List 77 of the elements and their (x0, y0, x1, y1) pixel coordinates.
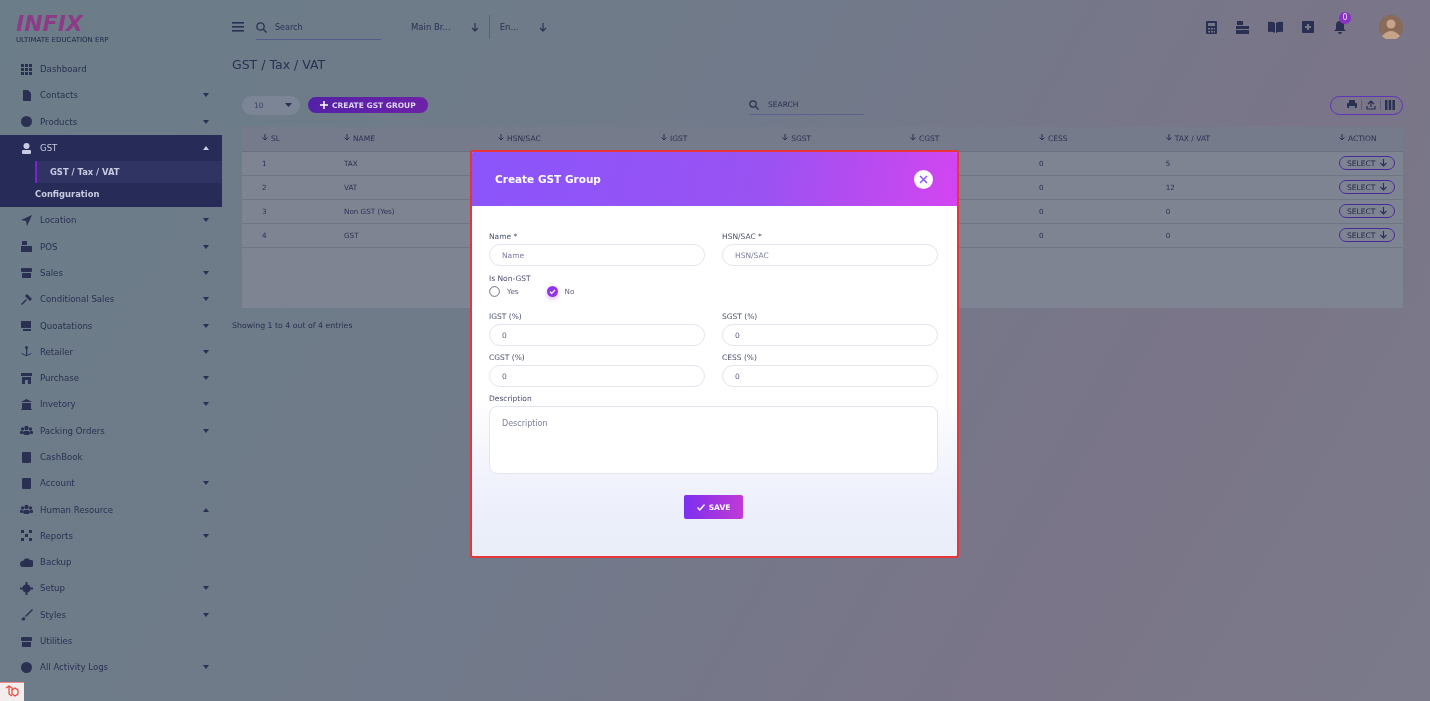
description-field[interactable]: Description (489, 406, 938, 474)
arrow-down-icon (498, 134, 504, 142)
screen-icon (20, 319, 33, 332)
store-icon (20, 266, 33, 280)
arrow-down-icon (262, 134, 268, 142)
arrow-down-icon (1380, 207, 1388, 215)
plus-icon (320, 101, 328, 109)
user-icon (20, 141, 33, 155)
hammer-icon (20, 292, 33, 306)
radio-checked[interactable] (546, 286, 558, 297)
arrow-down-icon (344, 134, 350, 142)
logo[interactable]: INFIX (16, 12, 83, 36)
caret-down-icon (285, 103, 292, 107)
sidebar-item[interactable]: Account (0, 470, 222, 497)
modal-title: Create GST Group (495, 173, 601, 185)
submenu-item[interactable]: GST / Tax / VAT (35, 161, 222, 184)
sidebar-item[interactable]: Backup (0, 549, 222, 576)
arrow-down-icon (1039, 134, 1045, 142)
people-icon (20, 503, 33, 517)
document-icon (20, 88, 33, 102)
sidebar-item[interactable]: Purchase (0, 364, 222, 392)
sidebar-item[interactable]: Invetory (0, 391, 222, 418)
cloud-icon (20, 555, 33, 569)
store-icon (20, 371, 33, 385)
arrow-down-icon (1165, 134, 1172, 142)
branch-dropdown[interactable]: Main Br... (411, 22, 479, 32)
store-icon (20, 634, 33, 648)
check-icon (696, 503, 705, 511)
sidebar-item[interactable]: Products (0, 108, 222, 135)
building-icon (20, 397, 33, 411)
grid-icon (20, 62, 33, 76)
search-icon (749, 99, 759, 110)
radio-button[interactable] (489, 286, 500, 297)
arrow-down-icon (538, 22, 547, 32)
sidebar-item[interactable]: POS (0, 233, 222, 260)
network-icon (20, 529, 33, 543)
arrow-down-icon (470, 22, 479, 32)
sidebar-item[interactable]: Retailer (0, 338, 222, 365)
arrow-down-icon (1339, 134, 1345, 142)
notification-badge: 0 (1339, 11, 1351, 24)
sidebar-item[interactable]: Location (0, 207, 222, 234)
people-icon (20, 424, 33, 438)
laravel-icon[interactable] (0, 682, 24, 701)
sidebar-item[interactable]: Styles (0, 601, 222, 628)
submenu-item[interactable]: Configuration (0, 183, 222, 206)
sidebar-item[interactable]: Packing Orders (0, 417, 222, 444)
sidebar-item[interactable]: Utilities (0, 627, 222, 655)
menu-icon[interactable] (232, 22, 244, 32)
sidebar-item[interactable]: GST (0, 134, 222, 162)
sidebar-item[interactable]: Reports (0, 522, 222, 550)
avatar[interactable] (1379, 15, 1403, 39)
arrow-down-icon (782, 134, 789, 142)
arrow-down-icon (910, 134, 917, 142)
sidebar-item[interactable]: All Activity Logs (0, 654, 222, 681)
arrow-down-icon (1380, 183, 1388, 191)
sidebar-item[interactable]: Contacts (0, 82, 222, 109)
arrow-down-icon (661, 134, 667, 142)
sidebar-item[interactable]: Human Resource (0, 496, 222, 523)
page-title: GST / Tax / VAT (232, 57, 327, 74)
arrow-down-icon (1380, 231, 1388, 239)
brush-icon (20, 608, 33, 622)
sidebar-item[interactable]: CashBook (0, 443, 222, 471)
location-arrow-icon (20, 213, 33, 227)
arrow-down-icon (1380, 159, 1388, 167)
sidebar-item[interactable]: Setup (0, 575, 222, 602)
sidebar-item[interactable]: Dashboard (0, 56, 222, 83)
bell-icon[interactable] (1334, 20, 1346, 34)
close-button[interactable] (914, 169, 933, 189)
language-dropdown[interactable]: En... (499, 22, 547, 32)
sidebar-item[interactable]: Conditional Sales (0, 286, 222, 313)
sidebar-item[interactable]: Sales (0, 259, 222, 287)
sidebar-item[interactable]: Quoatations (0, 312, 222, 339)
circle-icon (20, 115, 33, 129)
anchor-icon (20, 345, 33, 359)
search-icon (256, 22, 267, 33)
register-icon (20, 240, 33, 254)
search-field[interactable]: Search (275, 23, 365, 32)
